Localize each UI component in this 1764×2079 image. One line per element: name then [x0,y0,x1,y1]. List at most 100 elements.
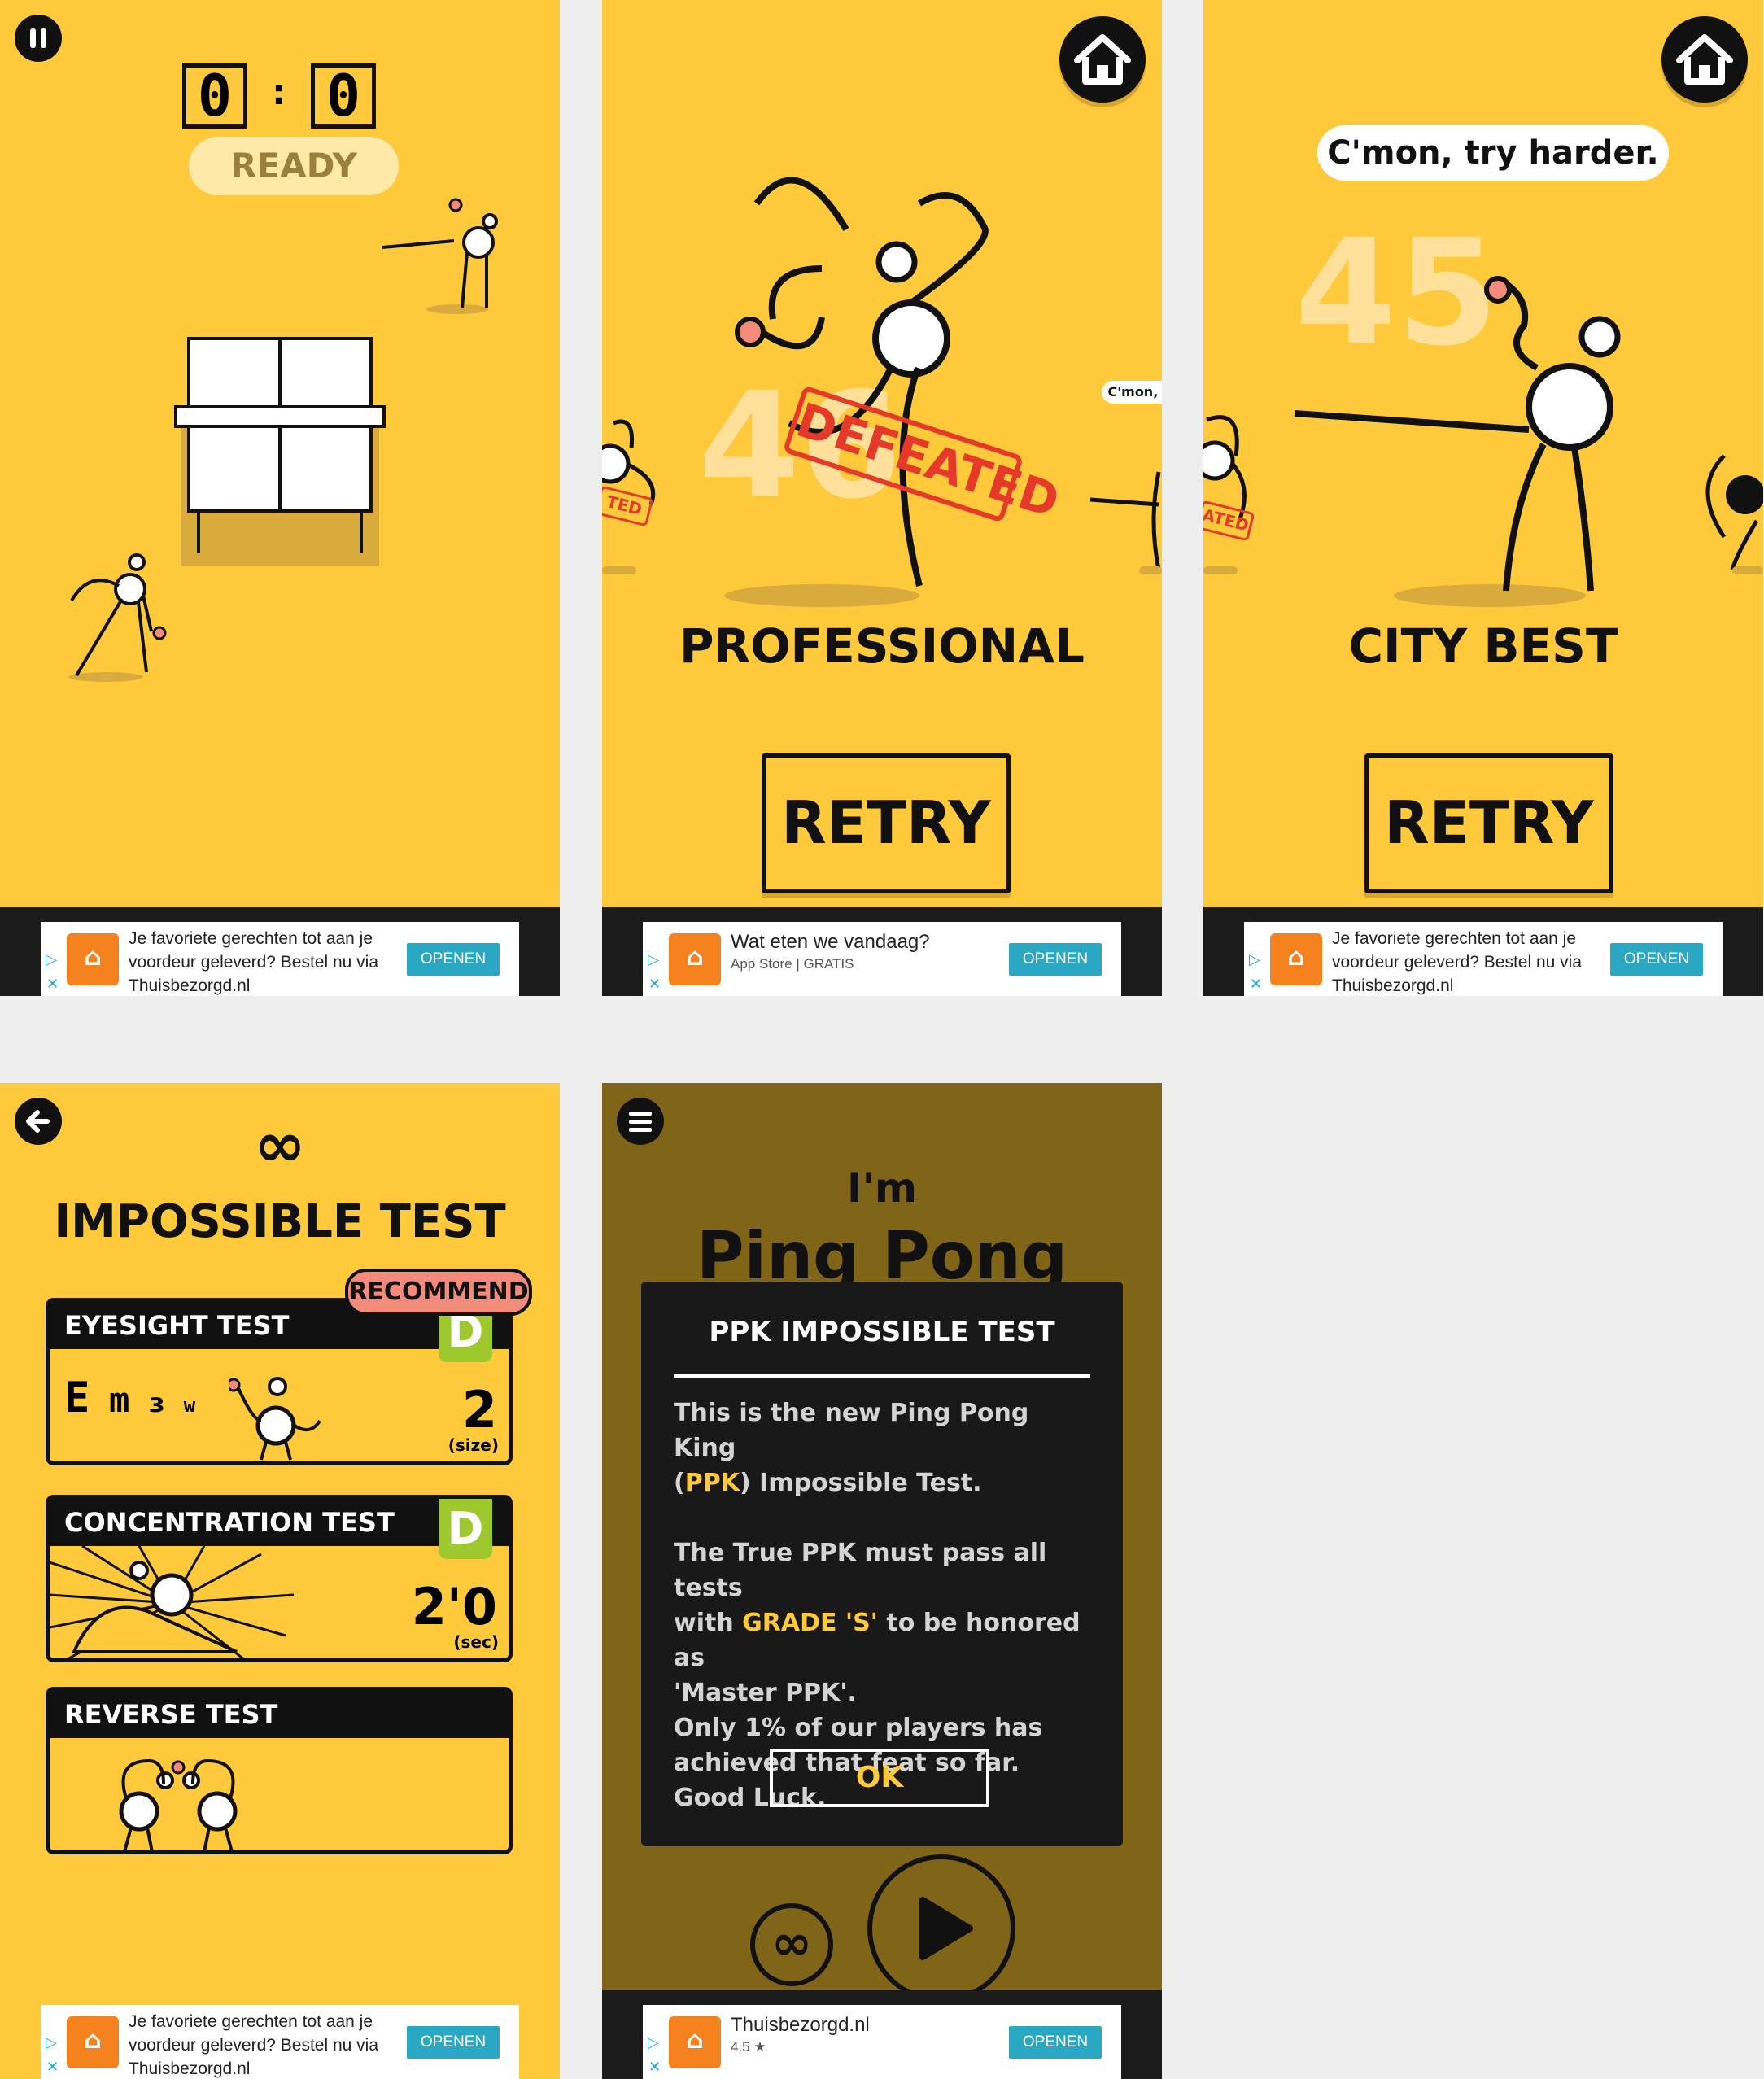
ad-open-button[interactable]: OPENEN [1610,943,1703,976]
ad-line: Wat eten we vandaag? [731,931,930,953]
dialog-line: with GRADE 'S' to be honored as [674,1605,1098,1675]
ad-text: Thuisbezorgd.nl 4.5 ★ [731,2013,999,2059]
recommend-badge: RECOMMEND [345,1269,532,1316]
ad-choices-icon[interactable]: ▷ [46,2034,57,2051]
eye-chart-letter: m [108,1380,130,1420]
ppk-impossible-test-dialog-screen: I'm Ping Pong ∞ PPK IMPOSSIBLE TEST This… [602,1083,1162,2079]
dialog-title: PPK IMPOSSIBLE TEST [709,1316,1055,1348]
ad-line: Je favoriete gerechten tot aan je [129,929,373,948]
ping-pong-table-illustration [68,198,498,682]
menu-icon [629,1112,652,1132]
ad-card[interactable]: ▷ ✕ ⌂ Je favoriete gerechten tot aan je … [41,2005,519,2079]
thuisbezorgd-logo-icon: ⌂ [67,2016,119,2068]
ad-choices-icon[interactable]: ▷ [648,2034,659,2051]
peek-bubble: C'mon, t [1102,381,1162,404]
ad-line: Thuisbezorgd.nl [731,2014,870,2036]
thuisbezorgd-logo-icon: ⌂ [67,933,119,985]
ad-banner: ▷ ✕ ⌂ Je favoriete gerechten tot aan je … [0,907,560,996]
impossible-test-menu: ∞ IMPOSSIBLE TEST EYESIGHT TEST D E m ɜ … [0,1083,560,2079]
infinity-icon: ∞ [771,1915,812,1972]
rank-title: CITY BEST [1348,618,1618,674]
test-card-eyesight[interactable]: EYESIGHT TEST D E m ɜ w 2 (size) [46,1298,513,1465]
ad-text: Je favoriete gerechten tot aan je voorde… [129,2010,397,2079]
play-icon [919,1897,973,1960]
game-screen-ready: 0 : 0 READY ▷ ✕ ⌂ Je favoriete gerechten… [0,0,560,996]
eye-chart-letter: ɜ [148,1387,165,1418]
ad-open-button[interactable]: OPENEN [1009,943,1102,976]
test-card-title: REVERSE TEST [50,1691,509,1738]
infinity-mode-button[interactable]: ∞ [750,1903,833,1986]
test-value: 2'0 [411,1577,497,1636]
eye-chart: E m ɜ w [64,1374,195,1422]
test-card-concentration[interactable]: CONCENTRATION TEST D 2'0 (sec) [46,1495,513,1662]
dialog-line: This is the new Ping Pong King [674,1399,1029,1462]
retry-button[interactable]: RETRY [762,753,1011,893]
ad-close-icon[interactable]: ✕ [1250,976,1262,993]
ad-banner: ▷ ✕ ⌂ Wat eten we vandaag? App Store | G… [602,907,1162,996]
ad-open-button[interactable]: OPENEN [407,943,500,976]
ad-text: Je favoriete gerechten tot aan je voorde… [129,927,397,996]
concentration-burst-illustration [50,1546,294,1658]
thuisbezorgd-logo-icon: ⌂ [1270,933,1322,985]
test-value: 2 [461,1380,497,1439]
thuisbezorgd-logo-icon: ⌂ [669,933,721,985]
text-fragment: ) Impossible Test. [739,1469,982,1497]
ad-card[interactable]: ▷ ✕ ⌂ Je favoriete gerechten tot aan je … [41,922,519,996]
grade-highlight: GRADE 'S' [742,1609,878,1637]
dialog-line: Only 1% of our players has [674,1714,1043,1742]
text-fragment: with [674,1609,743,1637]
ad-choices-icon[interactable]: ▷ [46,951,57,968]
eye-chart-letter: w [183,1394,196,1417]
thuisbezorgd-logo-icon: ⌂ [669,2016,721,2068]
ad-close-icon[interactable]: ✕ [648,2059,661,2076]
ppk-dialog: PPK IMPOSSIBLE TEST This is the new Ping… [641,1282,1123,1846]
ad-close-icon[interactable]: ✕ [648,976,661,993]
test-card-reverse[interactable]: REVERSE TEST [46,1687,513,1854]
ad-open-button[interactable]: OPENEN [1009,2026,1102,2059]
ad-line: Je favoriete gerechten tot aan je [1332,929,1577,948]
retry-button[interactable]: RETRY [1364,753,1613,893]
game-screen-result-city-best: C'mon, try harder. 45 ATED CITY BEST RET… [1203,0,1763,996]
ad-line: voordeur geleverd? Bestel nu via [129,953,379,972]
ad-card[interactable]: ▷ ✕ ⌂ Wat eten we vandaag? App Store | G… [643,922,1121,996]
menu-button[interactable] [617,1098,664,1145]
ad-rating: 4.5 ★ [731,2039,766,2055]
ad-close-icon[interactable]: ✕ [46,2059,59,2076]
ad-line: Thuisbezorgd.nl [129,976,251,995]
ppk-highlight: PPK [684,1469,740,1497]
ad-line: voordeur geleverd? Bestel nu via [129,2036,379,2055]
ad-open-button[interactable]: OPENEN [407,2026,500,2059]
ad-choices-icon[interactable]: ▷ [1249,951,1260,968]
ad-line: voordeur geleverd? Bestel nu via [1332,953,1583,972]
ad-banner: ▷ ✕ ⌂ Je favoriete gerechten tot aan je … [1203,907,1763,996]
dialog-line: (PPK) Impossible Test. [674,1465,1098,1500]
ad-line: Thuisbezorgd.nl [1332,976,1454,995]
dialog-line: The True PPK must pass all tests [674,1539,1047,1602]
rank-title: PROFESSIONAL [679,618,1085,674]
ad-card[interactable]: ▷ ✕ ⌂ Je favoriete gerechten tot aan je … [1244,922,1723,996]
eye-chart-letter: E [64,1374,90,1422]
play-button[interactable] [867,1854,1015,2003]
ad-line: Je favoriete gerechten tot aan je [129,2012,373,2031]
text-fragment: ( [674,1469,685,1497]
ad-line: App Store | GRATIS [731,956,854,972]
test-unit: (size) [448,1435,499,1455]
ad-close-icon[interactable]: ✕ [46,976,59,993]
ad-card[interactable]: ▷ ✕ ⌂ Thuisbezorgd.nl 4.5 ★ OPENEN [643,2005,1121,2079]
ad-text: Wat eten we vandaag? App Store | GRATIS [731,930,999,976]
dialog-divider [674,1374,1090,1378]
ok-button[interactable]: OK [770,1749,989,1807]
eyesight-player-illustration [229,1377,321,1461]
infinity-icon: ∞ [254,1108,306,1181]
ad-banner: ▷ ✕ ⌂ Thuisbezorgd.nl 4.5 ★ OPENEN [602,1990,1162,2079]
test-unit: (sec) [453,1632,499,1652]
logo-im: I'm [846,1164,917,1212]
page-title: IMPOSSIBLE TEST [54,1195,506,1248]
reverse-players-illustration [119,1758,238,1850]
ad-banner: ▷ ✕ ⌂ Je favoriete gerechten tot aan je … [0,1990,560,2079]
grade-badge: D [439,1499,492,1559]
ad-choices-icon[interactable]: ▷ [648,951,659,968]
game-screen-result-professional: 46 DEFEATED TED C'mon, t PROFESSIONAL RE… [602,0,1162,996]
dialog-line: 'Master PPK'. [674,1679,857,1707]
ad-line: Thuisbezorgd.nl [129,2059,251,2078]
